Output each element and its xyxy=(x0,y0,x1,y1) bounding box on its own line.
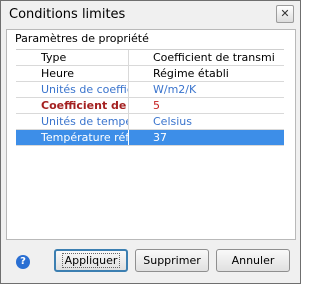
property-grid: Type Coefficient de transmi Heure Régime… xyxy=(16,49,284,146)
apply-button-label: Appliquer xyxy=(61,253,121,268)
property-row-reference-temperature[interactable]: Température réf 37 xyxy=(16,130,284,146)
group-title: Paramètres de propriété xyxy=(13,32,151,45)
property-name: Type xyxy=(41,51,67,64)
property-row-temperature-units[interactable]: Unités de tempéra... Celsius xyxy=(16,114,284,130)
delete-button[interactable]: Supprimer xyxy=(135,249,209,272)
property-name: Unités de coeffici... xyxy=(41,83,128,96)
property-row-coefficient-units[interactable]: Unités de coeffici... W/m2/K xyxy=(16,82,284,98)
property-value[interactable]: Régime établi xyxy=(128,66,284,81)
cancel-button[interactable]: Annuler xyxy=(216,249,290,272)
property-value[interactable]: Celsius xyxy=(128,114,284,129)
property-value[interactable]: Coefficient de transmi xyxy=(128,50,284,65)
property-value[interactable]: 37 xyxy=(128,130,284,145)
dialog-window: Conditions limites ✕ Paramètres de propr… xyxy=(0,0,301,284)
property-row-time[interactable]: Heure Régime établi xyxy=(16,66,284,82)
property-name: Température réf xyxy=(16,130,128,145)
property-row-type[interactable]: Type Coefficient de transmi xyxy=(16,50,284,66)
title-bar: Conditions limites ✕ xyxy=(1,1,300,27)
dialog-title: Conditions limites xyxy=(9,7,126,22)
help-icon[interactable]: ? xyxy=(16,255,30,269)
property-name: Heure xyxy=(41,67,75,80)
property-row-coefficient[interactable]: Coefficient de tr... 5 xyxy=(16,98,284,114)
property-value[interactable]: W/m2/K xyxy=(128,82,284,97)
close-icon[interactable]: ✕ xyxy=(276,5,294,23)
property-name: Coefficient de tr... xyxy=(41,99,128,112)
apply-button[interactable]: Appliquer xyxy=(54,249,128,272)
property-name: Unités de tempéra... xyxy=(41,115,128,128)
property-value[interactable]: 5 xyxy=(128,98,284,113)
